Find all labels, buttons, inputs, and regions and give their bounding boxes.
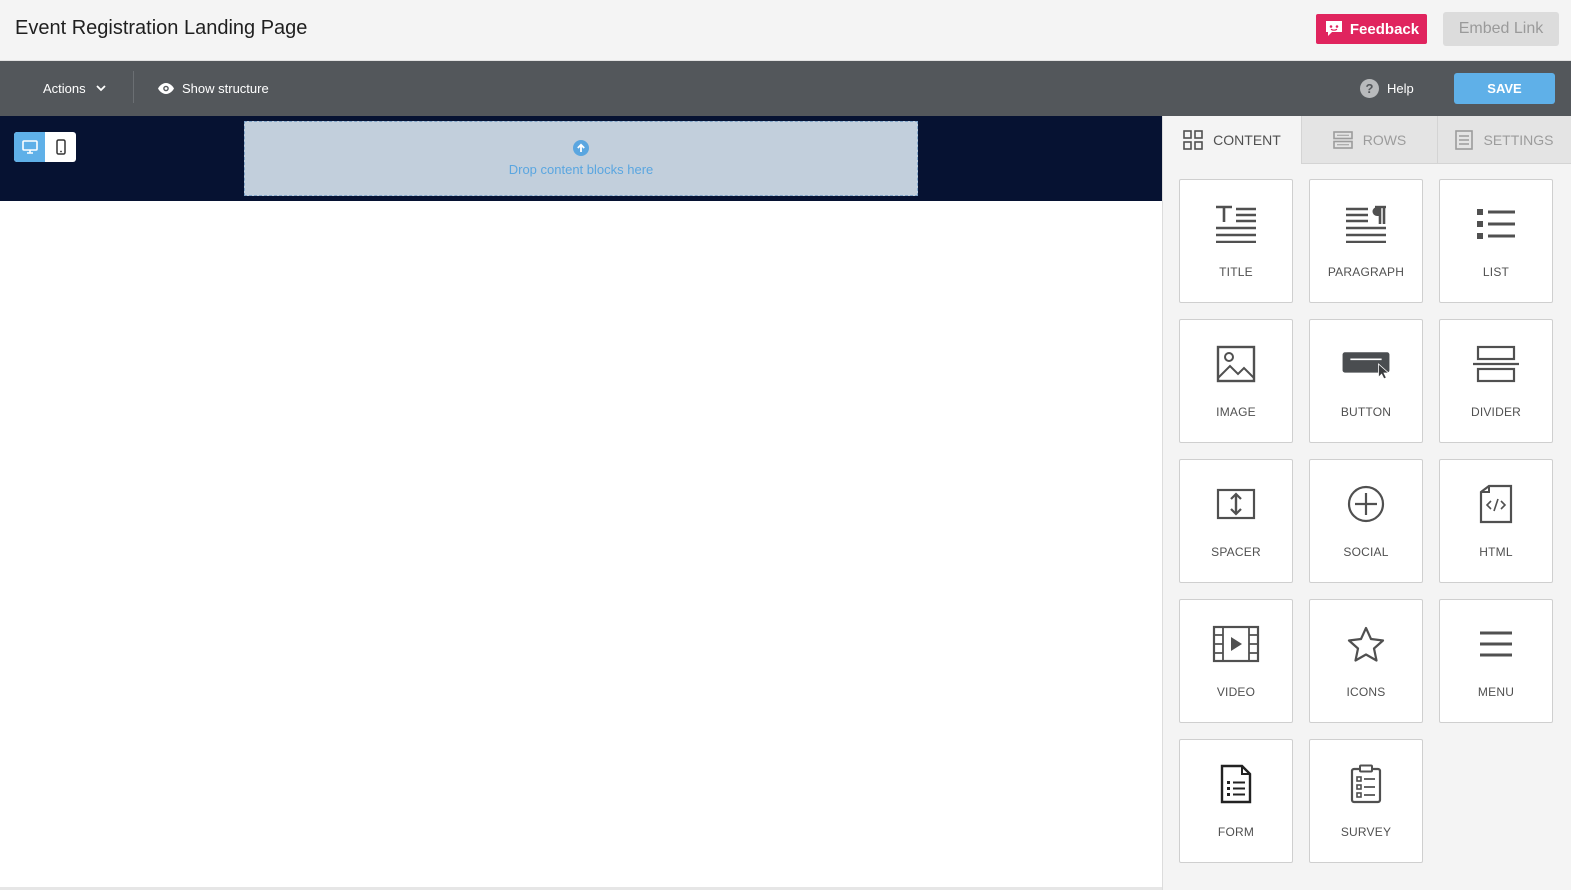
tab-content-label: CONTENT bbox=[1213, 132, 1281, 148]
block-survey[interactable]: SURVEY bbox=[1309, 739, 1423, 863]
block-divider[interactable]: DIVIDER bbox=[1439, 319, 1553, 443]
block-icons[interactable]: ICONS bbox=[1309, 599, 1423, 723]
block-html-label: HTML bbox=[1479, 545, 1513, 559]
block-video[interactable]: VIDEO bbox=[1179, 599, 1293, 723]
upload-arrow-icon bbox=[573, 140, 589, 156]
block-menu[interactable]: MENU bbox=[1439, 599, 1553, 723]
spacer-icon bbox=[1211, 482, 1261, 526]
content-sidebar: CONTENT ROWS SETTINGS TITLE PARAGRAPH LI… bbox=[1163, 116, 1571, 890]
content-dropzone[interactable]: Drop content blocks here bbox=[244, 121, 918, 196]
mobile-view-button[interactable] bbox=[45, 132, 76, 162]
html-icon bbox=[1471, 482, 1521, 526]
save-button[interactable]: SAVE bbox=[1454, 73, 1555, 104]
rows-icon bbox=[1332, 130, 1353, 149]
page-title: Event Registration Landing Page bbox=[15, 17, 308, 39]
device-toggle bbox=[14, 132, 76, 162]
block-html[interactable]: HTML bbox=[1439, 459, 1553, 583]
dropzone-text: Drop content blocks here bbox=[508, 162, 654, 177]
block-button-label: BUTTON bbox=[1340, 405, 1392, 419]
tab-rows-label: ROWS bbox=[1362, 131, 1407, 148]
block-image-label: IMAGE bbox=[1216, 405, 1256, 419]
image-icon bbox=[1211, 342, 1261, 386]
feedback-icon bbox=[1325, 21, 1342, 36]
help-button[interactable]: ? Help bbox=[1360, 61, 1414, 116]
canvas-row[interactable]: Drop content blocks here bbox=[0, 116, 1162, 201]
content-blocks-grid: TITLE PARAGRAPH LIST IMAGE BUTTON DIVIDE… bbox=[1179, 179, 1555, 863]
block-paragraph[interactable]: PARAGRAPH bbox=[1309, 179, 1423, 303]
show-structure-label: Show structure bbox=[182, 81, 269, 96]
toolbar-divider bbox=[133, 71, 134, 103]
editor-toolbar: Actions Show structure ? Help SAVE bbox=[0, 61, 1571, 116]
paragraph-icon bbox=[1341, 202, 1391, 246]
desktop-icon bbox=[21, 140, 38, 154]
app-header: Event Registration Landing Page Feedback… bbox=[0, 0, 1571, 61]
block-list-label: LIST bbox=[1482, 265, 1510, 279]
sidebar-tabs: CONTENT ROWS SETTINGS bbox=[1163, 116, 1571, 164]
block-menu-label: MENU bbox=[1477, 685, 1515, 699]
actions-label: Actions bbox=[43, 81, 86, 96]
mobile-icon bbox=[55, 139, 66, 155]
menu-icon bbox=[1471, 622, 1521, 666]
block-video-label: VIDEO bbox=[1216, 685, 1256, 699]
feedback-label: Feedback bbox=[1349, 20, 1420, 38]
block-divider-label: DIVIDER bbox=[1470, 405, 1522, 419]
star-icon bbox=[1341, 622, 1391, 666]
tab-rows[interactable]: ROWS bbox=[1301, 116, 1437, 164]
block-social-label: SOCIAL bbox=[1343, 545, 1389, 559]
help-label: Help bbox=[1387, 81, 1414, 96]
button-icon bbox=[1341, 342, 1391, 386]
grid-icon bbox=[1183, 130, 1203, 150]
block-social[interactable]: SOCIAL bbox=[1309, 459, 1423, 583]
form-icon bbox=[1211, 762, 1261, 806]
list-icon bbox=[1471, 202, 1521, 246]
block-form-label: FORM bbox=[1217, 825, 1255, 839]
embed-link-button[interactable]: Embed Link bbox=[1443, 12, 1559, 46]
eye-icon bbox=[158, 83, 174, 94]
block-icons-label: ICONS bbox=[1346, 685, 1386, 699]
block-paragraph-label: PARAGRAPH bbox=[1327, 265, 1405, 279]
actions-dropdown[interactable]: Actions bbox=[43, 61, 106, 116]
block-survey-label: SURVEY bbox=[1340, 825, 1392, 839]
block-list[interactable]: LIST bbox=[1439, 179, 1553, 303]
social-icon bbox=[1341, 482, 1391, 526]
editor-canvas: Drop content blocks here bbox=[0, 116, 1163, 890]
desktop-view-button[interactable] bbox=[14, 132, 45, 162]
chevron-down-icon bbox=[96, 85, 106, 92]
block-image[interactable]: IMAGE bbox=[1179, 319, 1293, 443]
tab-settings-label: SETTINGS bbox=[1483, 131, 1554, 148]
show-structure-toggle[interactable]: Show structure bbox=[158, 61, 269, 116]
feedback-button[interactable]: Feedback bbox=[1316, 14, 1427, 44]
settings-doc-icon bbox=[1455, 129, 1474, 150]
block-button[interactable]: BUTTON bbox=[1309, 319, 1423, 443]
block-spacer[interactable]: SPACER bbox=[1179, 459, 1293, 583]
tab-content[interactable]: CONTENT bbox=[1163, 116, 1301, 164]
help-icon: ? bbox=[1360, 79, 1379, 98]
tab-settings[interactable]: SETTINGS bbox=[1437, 116, 1571, 164]
video-icon bbox=[1211, 622, 1261, 666]
block-form[interactable]: FORM bbox=[1179, 739, 1293, 863]
block-title-label: TITLE bbox=[1219, 265, 1253, 279]
survey-icon bbox=[1341, 762, 1391, 806]
title-icon bbox=[1211, 202, 1261, 246]
block-spacer-label: SPACER bbox=[1211, 545, 1261, 559]
block-title[interactable]: TITLE bbox=[1179, 179, 1293, 303]
divider-icon bbox=[1471, 342, 1521, 386]
